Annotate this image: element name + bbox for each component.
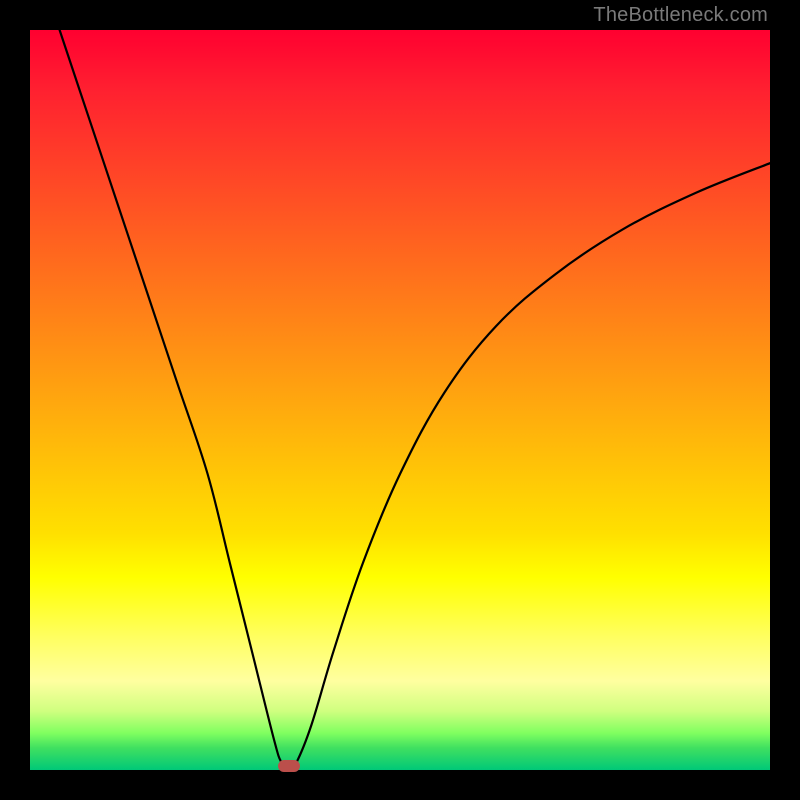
bottleneck-curve [30,30,770,770]
chart-frame: TheBottleneck.com [0,0,800,800]
watermark-text: TheBottleneck.com [593,4,768,27]
plot-area [30,30,770,770]
optimum-marker [278,760,300,772]
